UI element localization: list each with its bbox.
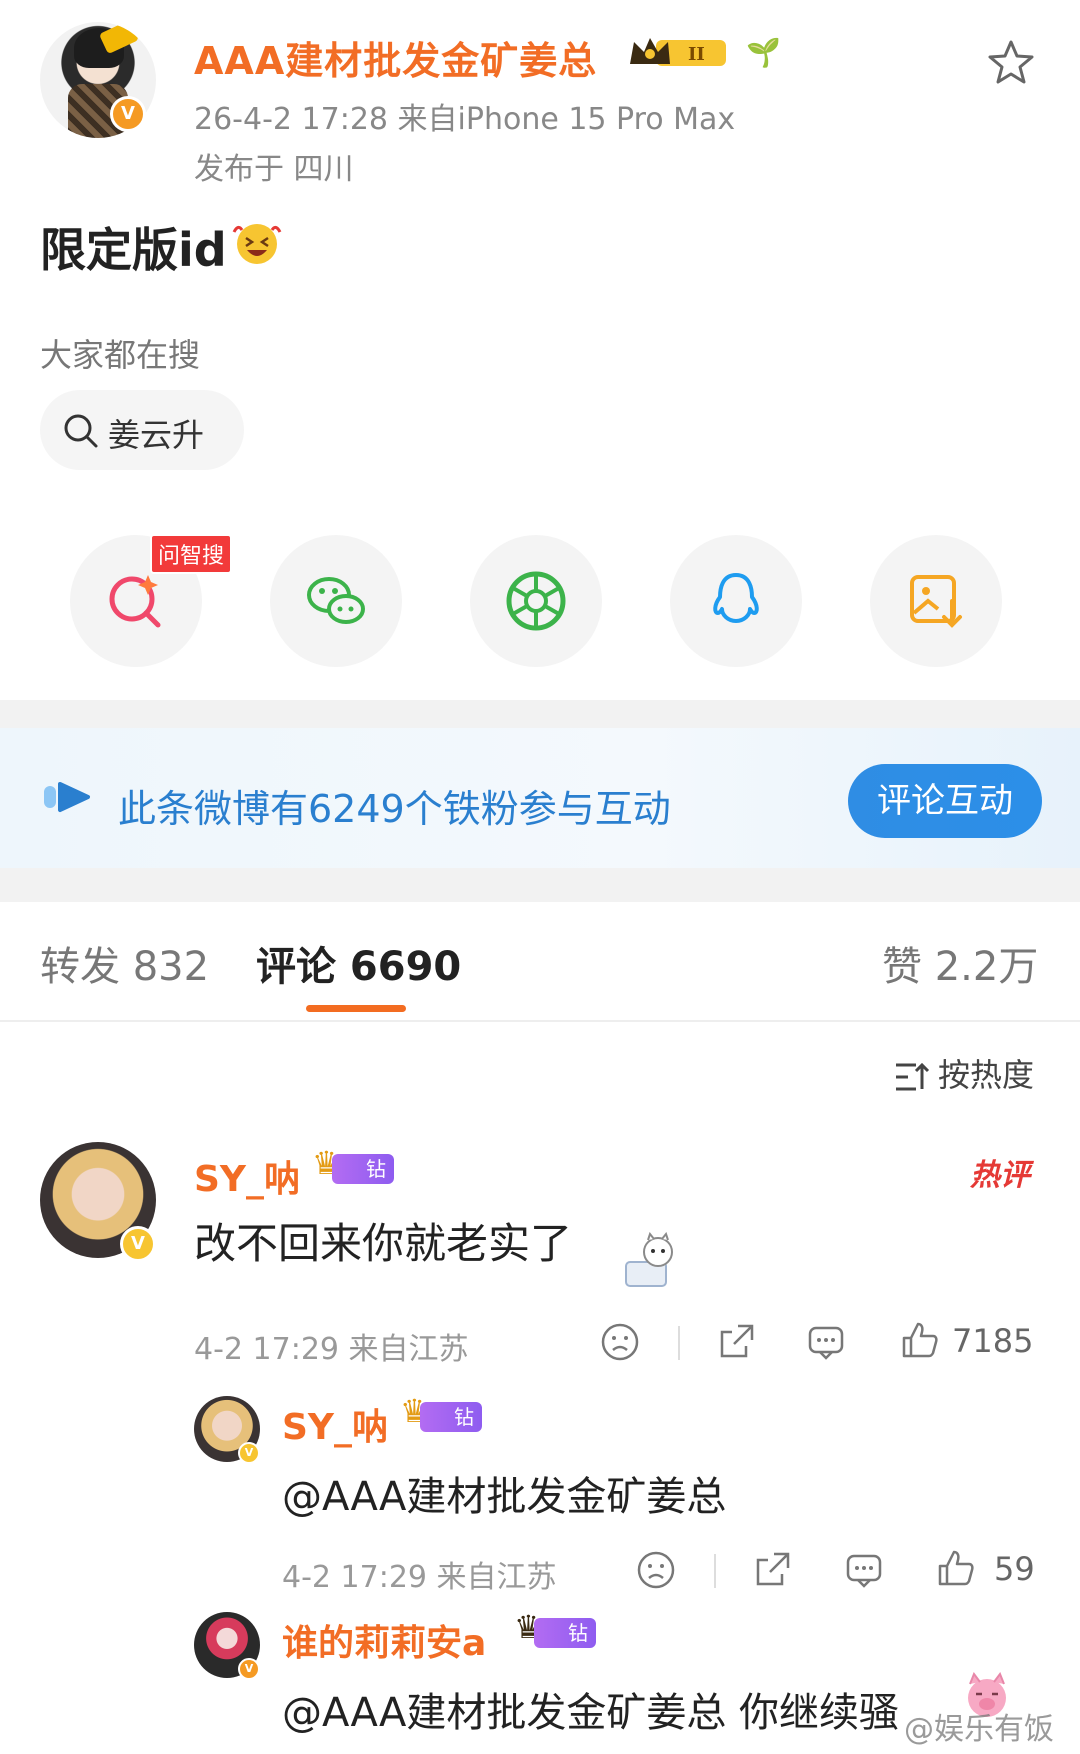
share-icon[interactable] bbox=[716, 1322, 756, 1362]
post-text: 限定版id bbox=[40, 223, 227, 277]
fan-badge-label: 钻粉4 bbox=[420, 1402, 482, 1489]
comment-interact-button[interactable]: 评论互动 bbox=[848, 764, 1042, 838]
action-separator bbox=[714, 1554, 716, 1588]
share-wechat-button[interactable] bbox=[270, 535, 402, 667]
share-icon[interactable] bbox=[752, 1550, 792, 1590]
like-count: 7185 bbox=[952, 1322, 1034, 1360]
laughing-emoji-icon bbox=[232, 224, 282, 264]
commenter-name[interactable]: SY_呐 bbox=[194, 1150, 300, 1202]
like-icon[interactable] bbox=[900, 1320, 940, 1360]
reply-user-name[interactable]: SY_呐 bbox=[282, 1398, 388, 1450]
tab-repost[interactable]: 转发 832 bbox=[40, 934, 209, 992]
post-location: 发布于 四川 bbox=[194, 152, 354, 187]
section-divider bbox=[0, 868, 1080, 902]
dislike-face-icon[interactable] bbox=[636, 1550, 676, 1590]
qq-icon bbox=[713, 573, 759, 623]
verified-badge-icon: V bbox=[120, 1226, 156, 1262]
action-separator bbox=[678, 1326, 680, 1360]
share-save-image-button[interactable] bbox=[870, 535, 1002, 667]
like-icon[interactable] bbox=[936, 1548, 976, 1588]
tabs-divider bbox=[0, 1020, 1080, 1022]
hot-comment-tag: 热评 bbox=[970, 1158, 1030, 1193]
like-count: 59 bbox=[994, 1550, 1035, 1588]
search-chip[interactable]: 姜云升 bbox=[40, 390, 244, 470]
save-image-icon bbox=[910, 575, 962, 628]
share-qq-button[interactable] bbox=[670, 535, 802, 667]
tab-active-indicator bbox=[306, 1005, 406, 1012]
section-divider bbox=[0, 700, 1080, 728]
sprout-icon: 🌱 bbox=[746, 36, 781, 69]
fan-badge-label: 钻粉4 bbox=[332, 1154, 394, 1241]
sort-icon bbox=[896, 1062, 930, 1091]
comment-text: 改不回来你就老实了 bbox=[194, 1219, 573, 1268]
svg-text:II: II bbox=[688, 44, 705, 65]
wechat-icon bbox=[307, 577, 365, 624]
cat-sticker-icon bbox=[625, 1232, 673, 1287]
reply-text: @AAA建材批发金矿姜总 你继续骚 bbox=[282, 1690, 900, 1736]
member-crown-badge-icon: II bbox=[630, 38, 726, 66]
share-moments-button[interactable] bbox=[470, 535, 602, 667]
reply-icon[interactable] bbox=[806, 1322, 846, 1362]
reply-meta: 4-2 17:29 来自江苏 bbox=[282, 1560, 557, 1595]
favorite-star-icon[interactable] bbox=[986, 38, 1036, 88]
post-time-source: 26-4-2 17:28 来自iPhone 15 Pro Max bbox=[194, 102, 736, 137]
verified-badge-icon: V bbox=[110, 96, 146, 132]
moments-icon bbox=[506, 571, 566, 631]
ai-search-icon bbox=[109, 575, 161, 628]
fan-badge-label: 钻粉4 bbox=[534, 1618, 596, 1705]
verified-badge-icon: V bbox=[238, 1658, 260, 1680]
search-icon bbox=[64, 414, 98, 448]
fan-interaction-text: 此条微博有6249个铁粉参与互动 bbox=[118, 787, 671, 831]
fan-play-icon bbox=[44, 782, 90, 812]
search-chip-label: 姜云升 bbox=[108, 416, 205, 454]
author-name[interactable]: AAA建材批发金矿姜总 bbox=[194, 30, 597, 85]
ai-search-tag: 问智搜 bbox=[150, 534, 233, 574]
comment-meta: 4-2 17:29 来自江苏 bbox=[194, 1332, 469, 1367]
trending-search-label: 大家都在搜 bbox=[40, 336, 201, 374]
tab-likes[interactable]: 赞 2.2万 bbox=[882, 934, 1038, 992]
reply-icon[interactable] bbox=[844, 1550, 884, 1590]
dislike-face-icon[interactable] bbox=[600, 1322, 640, 1362]
tab-comments[interactable]: 评论 6690 bbox=[256, 934, 461, 992]
sort-label: 按热度 bbox=[938, 1056, 1035, 1094]
sort-button[interactable]: 按热度 bbox=[894, 1050, 1034, 1096]
watermark: @娱乐有饭 bbox=[904, 1712, 1054, 1747]
verified-badge-icon: V bbox=[238, 1442, 260, 1464]
reply-text: @AAA建材批发金矿姜总 bbox=[282, 1474, 727, 1520]
reply-user-name[interactable]: 谁的莉莉安a bbox=[282, 1614, 486, 1666]
